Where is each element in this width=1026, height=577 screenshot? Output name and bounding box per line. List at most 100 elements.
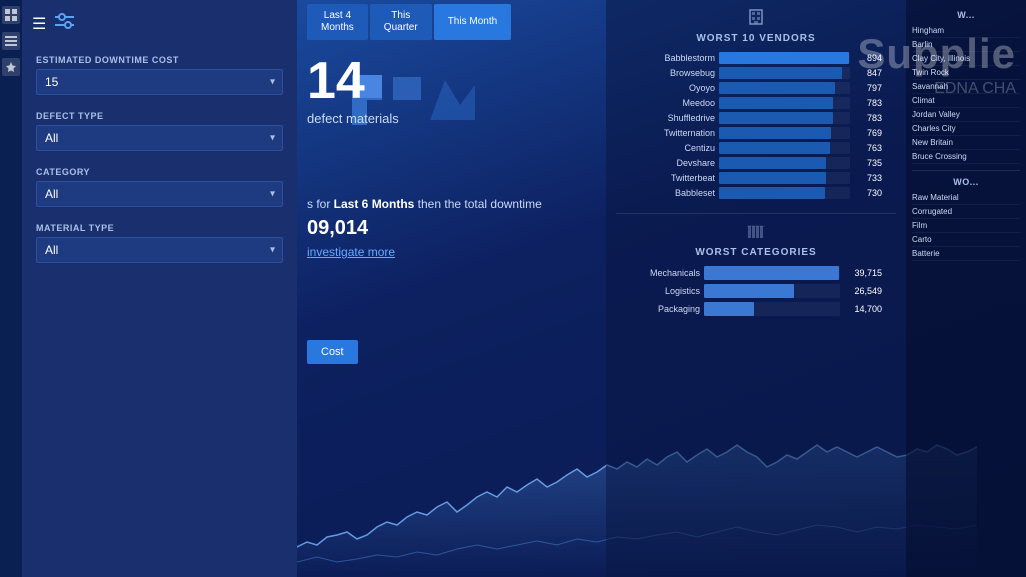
vendor-bar-row: Browsebug 847 — [630, 67, 882, 79]
category-name: Mechanicals — [630, 268, 700, 278]
vendor-name: Shuffledrive — [630, 113, 715, 123]
main-content: Supplie EDNA CHA Last 4Months ThisQuarte… — [297, 0, 1026, 577]
hamburger-icon[interactable]: ☰ — [32, 14, 46, 34]
vendor-bar-track — [719, 67, 850, 79]
btn-last4months[interactable]: Last 4Months — [307, 4, 368, 40]
btn-this-month[interactable]: This Month — [434, 4, 511, 40]
vendor-bar-fill — [719, 157, 826, 169]
worst-vendors-section: WORST 10 VENDORS Babblestorm 894 Browseb… — [616, 8, 896, 199]
location-item: Jordan Valley — [912, 108, 1020, 122]
vendor-bar-track — [719, 187, 850, 199]
filter-select-estimated-downtime[interactable]: 15 All 10 20 — [36, 69, 283, 95]
categories-bar-chart: Mechanicals 39,715 Logistics 26,549 Pack… — [630, 266, 882, 316]
vendor-bar-track — [719, 97, 850, 109]
filter-estimated-downtime: ESTIMATED DOWNTIME COST 15 All 10 20 — [22, 47, 297, 103]
vendor-value: 730 — [854, 188, 882, 198]
building-icon — [630, 8, 882, 31]
vendor-bar-fill — [719, 52, 849, 64]
category-name: Packaging — [630, 304, 700, 314]
vendor-bar-fill — [719, 172, 826, 184]
cost-button[interactable]: Cost — [307, 340, 358, 364]
vendor-name: Babblestorm — [630, 53, 715, 63]
vendor-bar-fill — [719, 187, 825, 199]
vendors-bar-chart: Babblestorm 894 Browsebug 847 Oyoyo 797 … — [630, 52, 882, 199]
vendor-name: Babbleset — [630, 188, 715, 198]
vendor-value: 797 — [854, 83, 882, 93]
vendor-bar-row: Oyoyo 797 — [630, 82, 882, 94]
vendor-name: Devshare — [630, 158, 715, 168]
vendor-bar-row: Twitternation 769 — [630, 127, 882, 139]
vendor-bar-row: Babblestorm 894 — [630, 52, 882, 64]
category-value: 14,700 — [844, 304, 882, 314]
bars-icon — [630, 222, 882, 245]
btn-this-quarter[interactable]: ThisQuarter — [370, 4, 432, 40]
investigate-link[interactable]: investigate more — [307, 243, 542, 261]
vendor-bar-track — [719, 82, 850, 94]
vendor-name: Browsebug — [630, 68, 715, 78]
vendor-bar-fill — [719, 112, 833, 124]
filter-label-estimated-downtime: ESTIMATED DOWNTIME COST — [36, 55, 283, 65]
category-bar-track — [704, 302, 840, 316]
worst-vendors-title: WORST 10 VENDORS — [630, 33, 882, 44]
info-text-block: s for Last 6 Months then the total downt… — [307, 195, 542, 261]
vendor-bar-fill — [719, 67, 842, 79]
vendor-bar-fill — [719, 82, 835, 94]
vendors-categories-panel: WORST 10 VENDORS Babblestorm 894 Browseb… — [606, 0, 906, 577]
filter-defect-type: DEFECT TYPE All Type A Type B Type C — [22, 103, 297, 159]
vendor-bar-track — [719, 157, 850, 169]
vendor-bar-row: Centizu 763 — [630, 142, 882, 154]
total-cost: 09,014 — [307, 213, 542, 243]
far-category-item: Raw Material — [912, 191, 1020, 205]
list-icon[interactable] — [2, 32, 20, 50]
edna-subtitle: EDNA CHA — [934, 80, 1016, 98]
supplier-title: Supplie — [857, 30, 1016, 78]
vendor-bar-track — [719, 172, 850, 184]
grid-icon[interactable] — [2, 6, 20, 24]
vendor-value: 783 — [854, 98, 882, 108]
vendor-bar-fill — [719, 97, 833, 109]
far-category-item: Film — [912, 219, 1020, 233]
icon-bar — [0, 0, 22, 577]
big-number-area: 14 defect materials — [307, 55, 399, 126]
category-bar-fill — [704, 302, 754, 316]
vendor-bar-fill — [719, 142, 830, 154]
far-right-categories-list: Raw MaterialCorrugatedFilmCartoBatterie — [912, 191, 1020, 261]
vendor-value: 735 — [854, 158, 882, 168]
far-category-item: Carto — [912, 233, 1020, 247]
vendor-name: Centizu — [630, 143, 715, 153]
filter-label-material-type: MATERIAL TYPE — [36, 223, 283, 233]
vendor-bar-row: Devshare 735 — [630, 157, 882, 169]
category-value: 26,549 — [844, 286, 882, 296]
filter-select-category[interactable]: All Mechanicals Logistics Packaging — [36, 181, 283, 207]
sidebar-header: ☰ — [22, 0, 297, 47]
filter-icon — [54, 10, 76, 37]
category-value: 39,715 — [844, 268, 882, 278]
category-bar-track — [704, 284, 840, 298]
filter-label-category: CATEGORY — [36, 167, 283, 177]
category-name: Logistics — [630, 286, 700, 296]
filter-select-defect-type[interactable]: All Type A Type B Type C — [36, 125, 283, 151]
vendor-bar-track — [719, 52, 850, 64]
far-right-locations-title: W... — [912, 10, 1020, 20]
location-item: New Britain — [912, 136, 1020, 150]
bold-period: Last 6 Months — [334, 197, 415, 211]
vendor-value: 769 — [854, 128, 882, 138]
vendor-name: Twitternation — [630, 128, 715, 138]
far-category-item: Corrugated — [912, 205, 1020, 219]
far-right-categories-title: WO... — [912, 177, 1020, 187]
filter-material-type: MATERIAL TYPE All Raw Material Corrugate… — [22, 215, 297, 271]
category-bar-row: Logistics 26,549 — [630, 284, 882, 298]
top-filter-buttons: Last 4Months ThisQuarter This Month — [307, 4, 511, 40]
star-icon[interactable] — [2, 58, 20, 76]
category-bar-fill — [704, 266, 839, 280]
worst-categories-section: WORST CATEGORIES Mechanicals 39,715 Logi… — [616, 222, 896, 316]
vendor-name: Oyoyo — [630, 83, 715, 93]
filter-label-defect-type: DEFECT TYPE — [36, 111, 283, 121]
vendor-bar-row: Twitterbeat 733 — [630, 172, 882, 184]
big-label: defect materials — [307, 111, 399, 126]
filter-select-material-type[interactable]: All Raw Material Corrugated Film — [36, 237, 283, 263]
vendor-bar-row: Meedoo 783 — [630, 97, 882, 109]
category-bar-row: Mechanicals 39,715 — [630, 266, 882, 280]
vendor-bar-row: Babbleset 730 — [630, 187, 882, 199]
location-item: Bruce Crossing — [912, 150, 1020, 164]
